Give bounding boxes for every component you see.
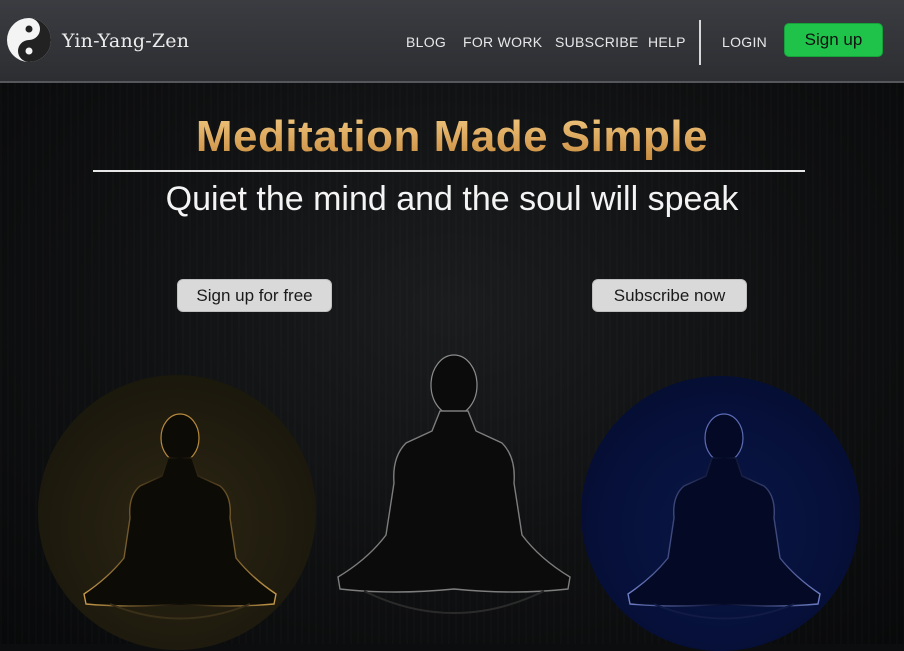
- nav-divider: [699, 20, 701, 65]
- yin-yang-icon[interactable]: [6, 17, 52, 63]
- nav-link-blog[interactable]: BLOG: [406, 34, 446, 50]
- top-navbar: Yin-Yang-Zen BLOG FOR WORK SUBSCRIBE HEL…: [0, 0, 904, 83]
- signup-free-button[interactable]: Sign up for free: [177, 279, 332, 312]
- hero-subtitle: Quiet the mind and the soul will speak: [165, 180, 739, 218]
- nav-link-help[interactable]: HELP: [648, 34, 686, 50]
- brand-name[interactable]: Yin-Yang-Zen: [62, 30, 189, 52]
- signup-button[interactable]: Sign up: [784, 23, 883, 57]
- login-link[interactable]: LOGIN: [722, 34, 767, 50]
- hero-title: Meditation Made Simple: [0, 112, 904, 162]
- nav-link-for-work[interactable]: FOR WORK: [463, 34, 542, 50]
- subscribe-now-button[interactable]: Subscribe now: [592, 279, 747, 312]
- meditating-figure-gold: [83, 413, 277, 620]
- hero-divider: [93, 170, 805, 172]
- meditating-figure-blue: [627, 413, 821, 620]
- meditating-figure-center: [337, 354, 571, 614]
- nav-link-subscribe[interactable]: SUBSCRIBE: [555, 34, 639, 50]
